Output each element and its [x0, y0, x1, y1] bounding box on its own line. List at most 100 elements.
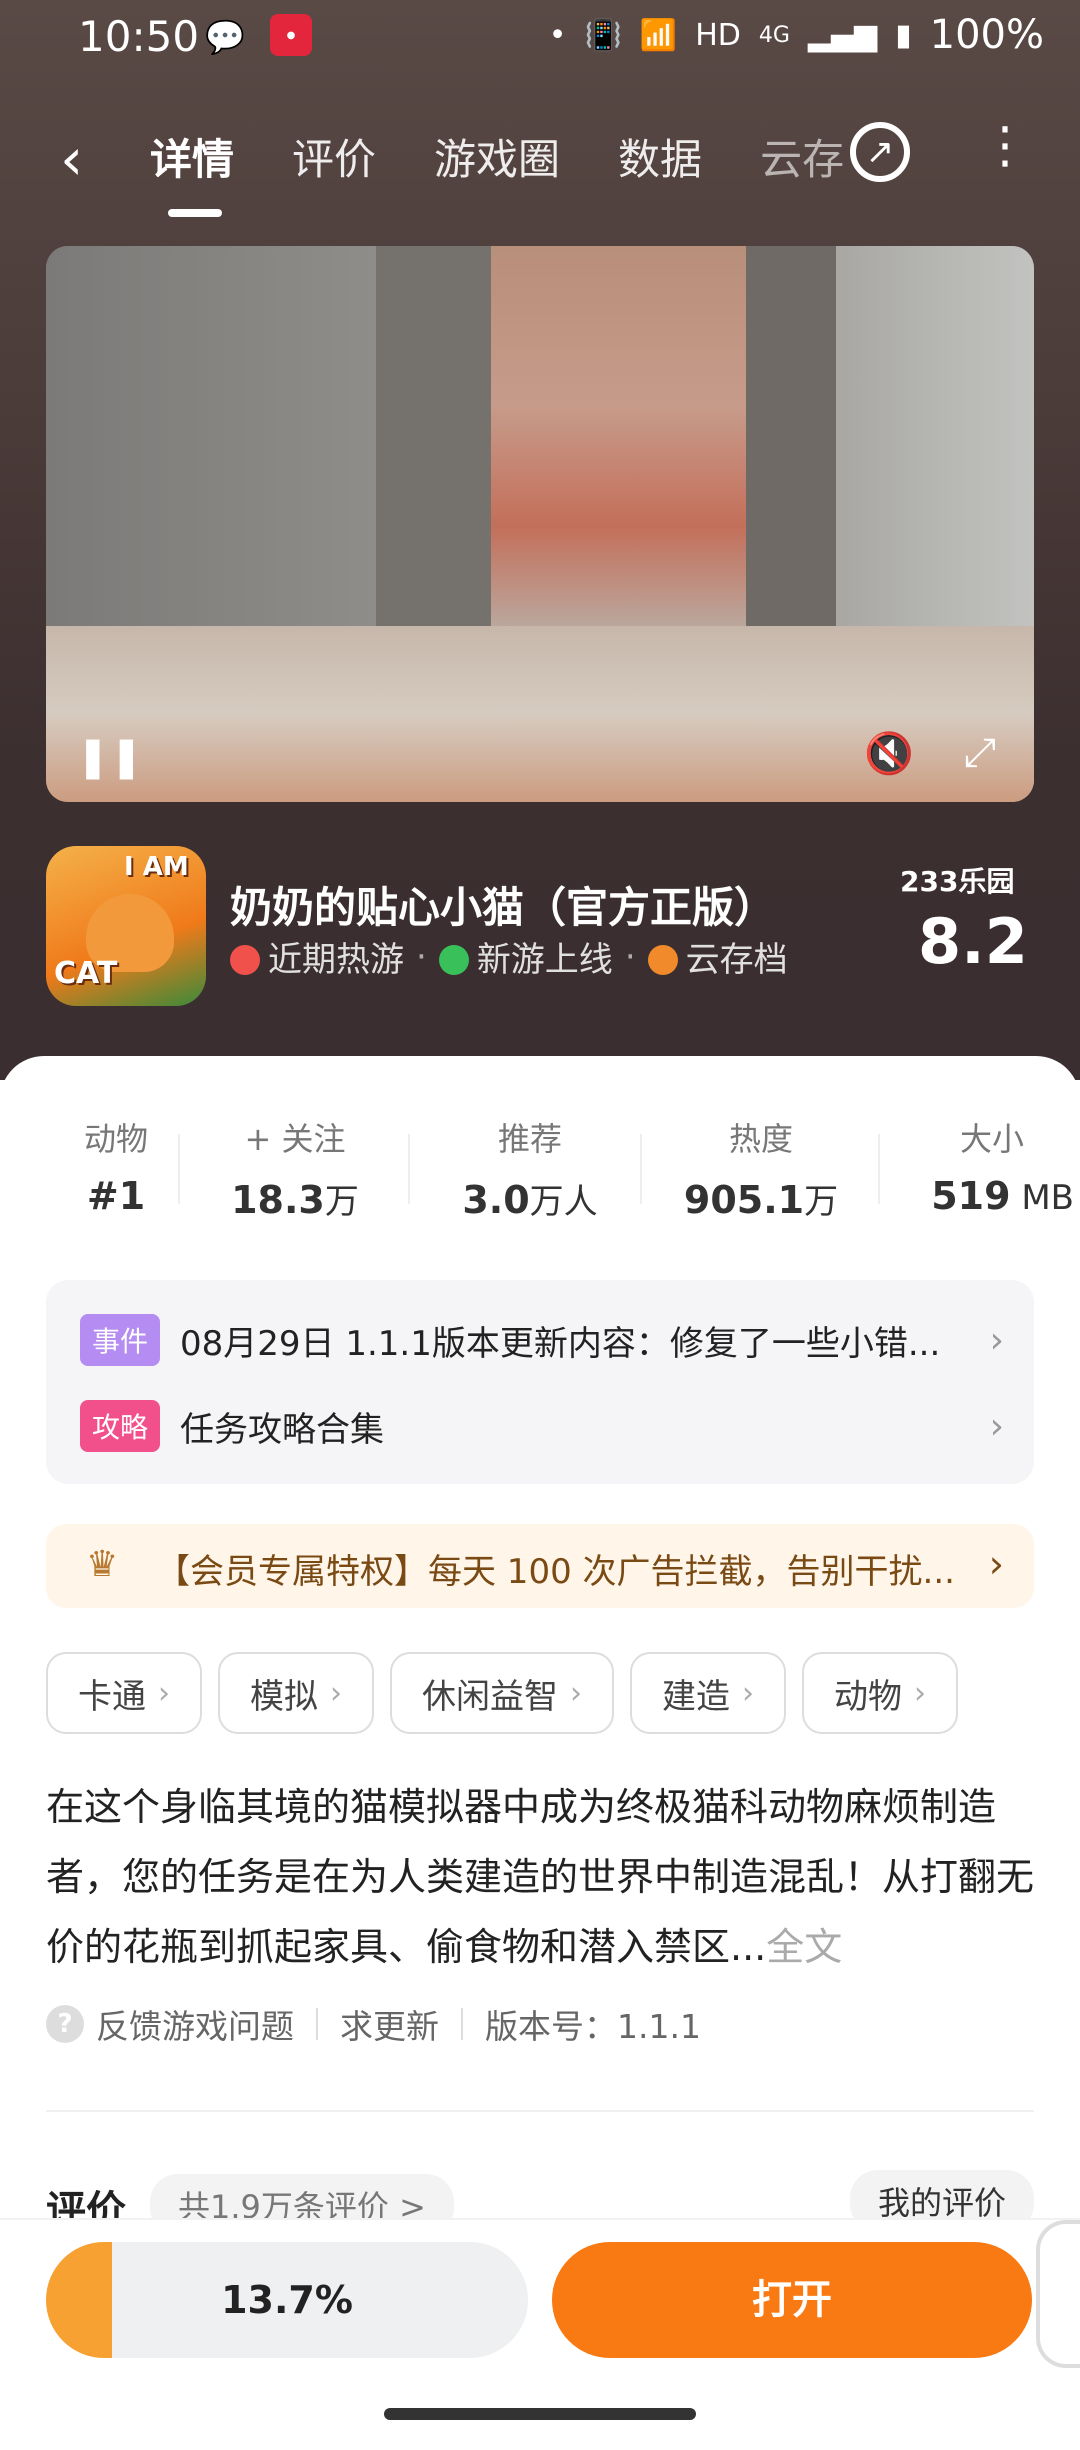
game-description: 在这个身临其境的猫模拟器中成为终极猫科动物麻烦制造者，您的任务是在为人类建造的世…	[46, 1772, 1034, 1982]
network-label: HD	[695, 17, 741, 53]
vibrate-icon: 📳	[584, 17, 622, 53]
stat-unit: 万	[804, 1182, 839, 1222]
event-badge: 事件	[80, 1314, 161, 1366]
guide-text: 任务攻略合集	[180, 1409, 385, 1450]
event-item-guide[interactable]: 攻略 任务攻略合集	[80, 1400, 384, 1452]
more-icon[interactable]: ⋮	[980, 120, 1030, 170]
feedback-link[interactable]: ? 反馈游戏问题	[46, 2000, 294, 2048]
vip-banner[interactable]: ♛ 【会员专属特权】每天 100 次广告拦截，告别干扰... ›	[46, 1524, 1034, 1608]
mute-icon[interactable]: 🔇	[864, 730, 914, 777]
chevron-right-icon: ›	[330, 1675, 342, 1711]
tag-separator: ·	[416, 936, 427, 977]
stat-value: 18.3万	[205, 1174, 385, 1223]
tab-game-circle[interactable]: 游戏圈	[434, 126, 560, 187]
status-bar: 10:50 💬 ● • 📳 📶 HD 4G ▂▄▆ ▮ 100%	[0, 0, 1080, 70]
stat-unit: 万	[324, 1182, 359, 1222]
app-icon: I AM CAT	[46, 846, 206, 1006]
chevron-right-icon[interactable]: ›	[990, 1406, 1004, 1447]
chip-cartoon[interactable]: 卡通 ›	[46, 1652, 202, 1734]
tab-cloud[interactable]: 云存	[760, 126, 844, 187]
stat-label: + 关注	[244, 1120, 346, 1158]
chip-building[interactable]: 建造 ›	[630, 1652, 786, 1734]
chip-casual-puzzle[interactable]: 休闲益智 ›	[390, 1652, 614, 1734]
hot-tag: 近期热游	[230, 932, 404, 981]
events-card: 事件 08月29日 1.1.1版本更新内容：修复了一些小错... › 攻略 任务…	[46, 1280, 1034, 1484]
stat-label: 热度	[728, 1120, 793, 1158]
video-frame-door	[466, 246, 786, 646]
stat-number: 18.3	[231, 1178, 325, 1222]
new-tag-label: 新游上线	[476, 940, 613, 980]
game-title: 奶奶的贴心小猫（官方正版）	[230, 883, 777, 932]
chip-label: 建造	[662, 1676, 730, 1717]
tab-data[interactable]: 数据	[618, 126, 702, 187]
chevron-right-icon[interactable]: ›	[990, 1320, 1004, 1361]
wifi-icon: 📶	[639, 17, 678, 53]
feedback-label: 反馈游戏问题	[96, 2007, 294, 2046]
read-more-link[interactable]: 全文	[766, 1925, 842, 1969]
tab-details[interactable]: 详情	[150, 126, 234, 217]
chevron-right-icon: ›	[158, 1675, 170, 1711]
version-label: 版本号：1.1.1	[485, 2007, 701, 2046]
xiaohongshu-icon: ●	[270, 14, 312, 56]
vip-text: 【会员专属特权】每天 100 次广告拦截，告别干扰...	[156, 1552, 955, 1592]
open-button[interactable]: 打开	[552, 2242, 1032, 2358]
meta-row: ? 反馈游戏问题 求更新 版本号：1.1.1	[46, 2000, 701, 2048]
chip-label: 卡通	[78, 1676, 146, 1717]
meta-divider	[461, 2008, 463, 2040]
game-score: 8.2	[918, 905, 1028, 978]
stat-divider	[640, 1134, 642, 1204]
icon-text-top: I AM	[124, 852, 189, 882]
meta-divider	[316, 2008, 318, 2040]
cloud-tag: 云存档	[647, 932, 788, 981]
question-icon: ?	[46, 2005, 84, 2043]
stat-label: 大小	[959, 1120, 1024, 1158]
share-icon[interactable]: ↗	[850, 122, 910, 182]
pause-icon[interactable]: ❚❚	[76, 734, 143, 780]
event-text: 08月29日 1.1.1版本更新内容：修复了一些小错...	[180, 1323, 941, 1364]
stat-divider	[408, 1134, 410, 1204]
dot-icon: •	[548, 17, 567, 53]
stat-rank[interactable]: 动物 #1	[46, 1114, 186, 1218]
video-frame-doorframe	[376, 246, 491, 646]
progress-percent: 13.7%	[221, 2278, 353, 2322]
icon-text-bottom: CAT	[54, 956, 118, 991]
stat-follow[interactable]: + 关注 18.3万	[205, 1114, 385, 1223]
home-indicator[interactable]	[384, 2408, 696, 2420]
cloud-tag-label: 云存档	[685, 940, 788, 980]
brand-label: 233乐园	[900, 865, 1015, 898]
chip-label: 动物	[834, 1676, 902, 1717]
chip-animal[interactable]: 动物 ›	[802, 1652, 958, 1734]
stat-number: #1	[86, 1174, 146, 1218]
back-arrow-icon[interactable]: ‹	[60, 125, 83, 193]
status-right: • 📳 📶 HD 4G ▂▄▆ ▮ 100%	[549, 12, 1044, 58]
stat-number: 519	[931, 1174, 1011, 1218]
status-time: 10:50	[78, 12, 200, 61]
fullscreen-icon[interactable]: ⤢	[964, 730, 996, 776]
signal-icon: ▂▄▆	[807, 17, 878, 53]
download-progress[interactable]: 13.7%	[46, 2242, 528, 2358]
stat-value: #1	[46, 1174, 186, 1218]
wechat-icon: 💬	[205, 18, 245, 56]
video-frame-doorframe-right	[746, 246, 836, 646]
stat-recommend: 推荐 3.0万人	[440, 1114, 620, 1223]
request-update-link[interactable]: 求更新	[340, 2000, 439, 2048]
battery-percent: 100%	[929, 12, 1044, 58]
net-gen-label: 4G	[758, 22, 790, 48]
stat-value: 905.1万	[666, 1174, 856, 1223]
chip-simulation[interactable]: 模拟 ›	[218, 1652, 374, 1734]
new-tag: 新游上线	[438, 932, 613, 981]
tag-separator: ·	[624, 936, 636, 977]
stat-heat: 热度 905.1万	[666, 1114, 856, 1223]
stat-value: 519 MB	[908, 1174, 1074, 1218]
stat-label: 推荐	[497, 1120, 562, 1158]
guide-badge: 攻略	[80, 1400, 161, 1452]
stat-size: 大小 519 MB	[908, 1114, 1074, 1218]
event-item-update[interactable]: 事件 08月29日 1.1.1版本更新内容：修复了一些小错...	[80, 1314, 940, 1366]
side-handle[interactable]	[1036, 2220, 1080, 2368]
tab-reviews[interactable]: 评价	[292, 126, 376, 187]
stat-divider	[178, 1134, 180, 1204]
category-chips: 卡通 › 模拟 › 休闲益智 › 建造 › 动物 ›	[46, 1652, 958, 1734]
stats-row: 动物 #1 + 关注 18.3万 推荐 3.0万人 热度 905.1万 大小 5…	[0, 1114, 1080, 1224]
video-player[interactable]: ❚❚ 🔇 ⤢	[46, 246, 1034, 802]
section-divider	[46, 2110, 1034, 2112]
